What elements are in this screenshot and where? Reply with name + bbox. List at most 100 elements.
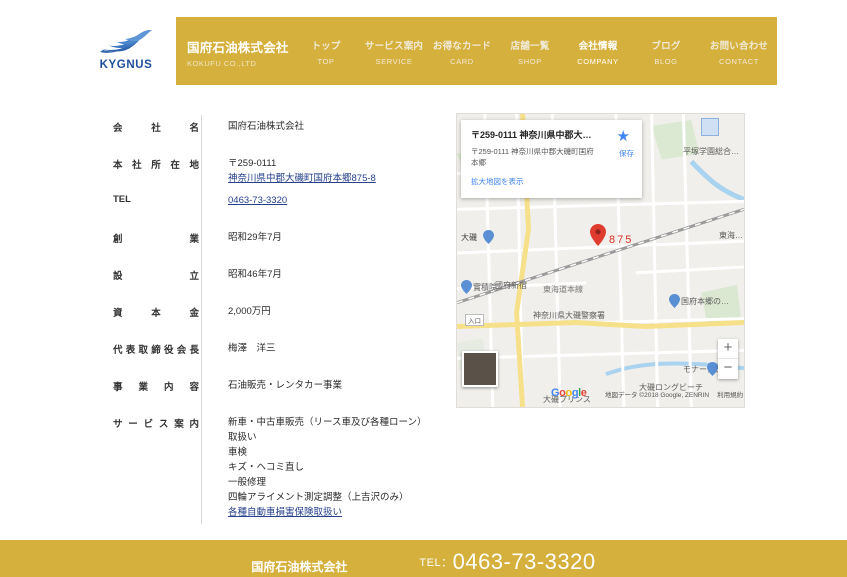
star-icon[interactable]: ★ [617,129,630,144]
table-row: サービス案内 新車・中古車販売（リース車及び各種ローン）取扱い 車検 キズ・ヘコ… [113,411,433,524]
main-nav: トップ TOP サービス案内 SERVICE お得なカード CARD 店舗一覧 … [292,38,778,66]
brand-block: 国府石油株式会社 KOKUFU CO.,LTD [187,37,297,68]
insurance-link[interactable]: 各種自動車損害保険取扱い [228,507,342,518]
table-row: 会社名 国府石油株式会社 [113,115,433,160]
row-label: 本社所在地 [113,160,199,171]
row-value-text: 国府石油株式会社 [228,121,305,132]
google-logo-letter: e [580,387,587,399]
company-info-page: KYGNUS 国府石油株式会社 KOKUFU CO.,LTD トップ TOP サ… [0,0,847,577]
brand-name-en: KOKUFU CO.,LTD [187,59,257,68]
nav-label-en: SERVICE [375,57,413,66]
nav-item-top[interactable]: トップ TOP [292,38,360,66]
zoom-out-button[interactable]: − [718,359,738,379]
map-label: 實積院 [473,283,497,292]
map-label: 入口 [465,314,484,326]
nav-label-jp: お問い合わせ [709,41,769,52]
row-value: 〒259-0111 神奈川県中郡大磯町国府本郷875-8 [202,156,433,193]
poi-pin-icon [669,294,680,308]
nav-item-contact[interactable]: お問い合わせ CONTACT [700,38,778,66]
google-logo[interactable]: Google [551,387,587,399]
table-row: 代表取締役会長 梅澤 洋三 [113,337,433,382]
nav-label-en: BLOG [654,57,678,66]
row-value: 昭和29年7月 [228,232,282,243]
site-footer: 国府石油株式会社 TEL：0463-73-3320 [0,540,847,577]
zoom-in-button[interactable]: + [718,339,738,359]
marker-label: 875 [609,234,634,246]
nav-item-shop[interactable]: 店舗一覧 SHOP [496,38,564,66]
row-value: 昭和46年7月 [228,269,282,280]
google-logo-letter: G [551,387,560,399]
table-row: 創業 昭和29年7月 [113,226,433,271]
map-label: 国府本郷の… [681,297,729,306]
nav-item-blog[interactable]: ブログ BLOG [632,38,700,66]
map-label: 平塚学園総合… [683,147,739,156]
service-line: 一般修理 [228,477,267,488]
footer-company-name: 国府石油株式会社 [251,560,348,574]
table-row: 設立 昭和46年7月 [113,263,433,308]
postal-code: 〒259-0111 [228,158,277,169]
nav-item-company[interactable]: 会社情報 COMPANY [564,38,632,66]
row-label: 資本金 [113,308,199,319]
building-poi-icon [701,118,719,136]
address-link[interactable]: 神奈川県中郡大磯町国府本郷875-8 [228,173,376,184]
poi-pin-icon [461,280,472,294]
footer-telephone[interactable]: TEL：0463-73-3320 [419,549,595,575]
footer-tel-label: TEL： [419,557,453,569]
nav-label-en: CONTACT [719,57,759,66]
service-line: 新車・中古車販売（リース車及び各種ローン）取扱い [228,417,427,443]
row-label: 代表取締役会長 [113,345,199,356]
row-label: 会社名 [113,123,199,134]
row-label: 創業 [113,234,199,245]
service-line: キズ・ヘコミ直し [228,462,305,473]
nav-item-service[interactable]: サービス案内 SERVICE [360,38,428,66]
nav-label-en: SHOP [518,57,542,66]
row-value: 梅澤 洋三 [228,343,276,354]
nav-label-jp: ブログ [651,41,681,52]
row-label: 設立 [113,271,199,282]
info-card-address: 〒259-0111 神奈川県中郡大磯町国府本郷 [471,147,594,167]
row-value: 0463-73-3320 [202,193,433,230]
kygnus-logo[interactable]: KYGNUS [95,30,157,76]
brand-name-jp: 国府石油株式会社 [187,41,289,55]
map-label: 大磯 [461,233,477,242]
logo-wordmark: KYGNUS [99,59,153,71]
save-label[interactable]: 保存 [619,148,634,159]
site-header: KYGNUS 国府石油株式会社 KOKUFU CO.,LTD トップ TOP サ… [0,0,847,105]
nav-label-jp: サービス案内 [364,41,424,52]
map-label: 國府新宿 [495,281,527,290]
location-marker-icon[interactable] [590,224,606,246]
nav-label-jp: お得なカード [432,41,492,52]
row-label: 事業内容 [113,382,199,393]
nav-label-en: TOP [317,57,335,66]
nav-item-card[interactable]: お得なカード CARD [428,38,496,66]
row-value: 新車・中古車販売（リース車及び各種ローン）取扱い 車検 キズ・ヘコミ直し 一般修… [202,415,433,520]
company-info-table: 会社名 国府石油株式会社 本社所在地 〒259-0111 神奈川県中郡大磯町国府… [113,115,433,524]
poi-pin-icon [707,362,718,376]
satellite-thumbnail[interactable] [462,351,498,387]
nav-label-jp: 会社情報 [578,41,618,52]
map-info-card[interactable]: 〒259-0111 神奈川県中郡大磯… 〒259-0111 神奈川県中郡大磯町国… [461,120,642,198]
map-label: 東海道本線 [543,285,583,294]
info-card-title: 〒259-0111 神奈川県中郡大磯… [471,130,599,140]
nav-label-jp: 店舗一覧 [510,41,550,52]
table-row: 本社所在地 〒259-0111 神奈川県中郡大磯町国府本郷875-8 [113,152,433,197]
nav-label-en: CARD [450,57,474,66]
footer-tel-number: 0463-73-3320 [452,549,596,574]
main-content: 会社名 国府石油株式会社 本社所在地 〒259-0111 神奈川県中郡大磯町国府… [0,105,847,524]
service-line: 四輪アライメント測定調整（上吉沢のみ） [228,492,409,503]
expand-map-link[interactable]: 拡大地図を表示 [471,176,634,187]
row-value: 国府石油株式会社 [202,119,433,156]
google-map[interactable]: 大磯 國府新宿 東海道本線 實積院 神奈川県大磯警察署 国府本郷の… 平塚学園総… [456,113,745,408]
service-line: 車検 [228,447,248,458]
map-attribution: 地図データ ©2018 Google, ZENRIN 利用規約 [605,389,743,399]
terms-link[interactable]: 利用規約 [717,392,743,399]
map-label: 東海… [719,231,743,240]
map-label: 神奈川県大磯警察署 [533,311,605,320]
table-row: 資本金 2,000万円 [113,300,433,345]
tel-link[interactable]: 0463-73-3320 [228,195,287,206]
map-zoom-controls: + − [718,339,738,379]
swan-logo-icon [100,30,152,53]
poi-pin-icon [483,230,494,244]
row-value: 2,000万円 [228,306,271,317]
nav-band: 国府石油株式会社 KOKUFU CO.,LTD トップ TOP サービス案内 S… [176,17,777,85]
